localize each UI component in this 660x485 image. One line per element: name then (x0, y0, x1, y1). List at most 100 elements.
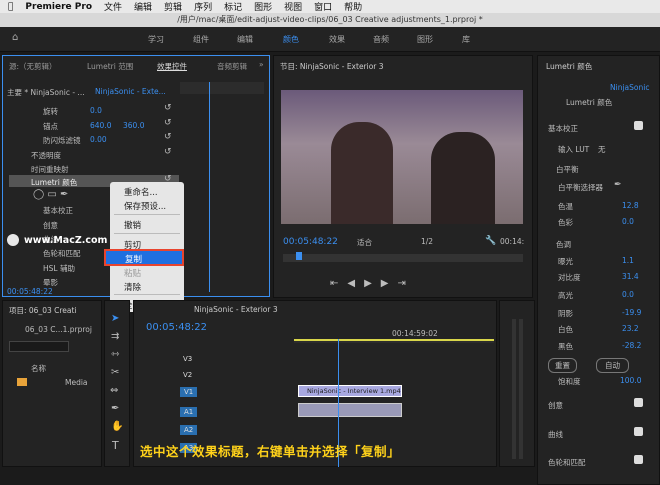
tab-sequence[interactable]: NinjaSonic - Exterior 3 (194, 305, 278, 314)
rotate-value[interactable]: 0.0 (90, 106, 102, 115)
wheels-enable-checkbox[interactable] (634, 455, 643, 464)
menu-item-rename[interactable]: 重命名... (124, 186, 158, 198)
media-folder[interactable]: Media (65, 378, 88, 387)
video-clip-v1[interactable]: NinjaSonic - Interview 1.mp4 (298, 385, 402, 397)
workspace-graphics[interactable]: 图形 (417, 34, 433, 45)
reset-button[interactable]: 重置 (548, 358, 577, 373)
reset-icon[interactable]: ↺ (164, 147, 172, 157)
clip-master-label[interactable]: 主要 * NinjaSonic - ... (7, 87, 85, 98)
flicker-value[interactable]: 0.00 (90, 135, 107, 144)
menu-item-paste[interactable]: 粘贴 (124, 267, 141, 279)
anchor-x-value[interactable]: 640.0 (90, 121, 111, 130)
anchor-y-value[interactable]: 360.0 (123, 121, 144, 130)
input-lut-dropdown[interactable]: 无 (598, 144, 606, 155)
curves-section[interactable]: 曲线 (548, 429, 563, 440)
menu-file[interactable]: 文件 (104, 0, 122, 13)
reset-icon[interactable]: ↺ (164, 118, 172, 128)
menu-markers[interactable]: 标记 (224, 0, 242, 13)
hand-tool-icon[interactable]: ✋ (111, 421, 123, 432)
creative-enable-checkbox[interactable] (634, 398, 643, 407)
workspace-assembly[interactable]: 组件 (193, 34, 209, 45)
program-title[interactable]: 节目: NinjaSonic - Exterior 3 (280, 61, 384, 72)
workspace-audio[interactable]: 音频 (373, 34, 389, 45)
wrench-icon[interactable]: 🔧 (485, 236, 496, 246)
basic-correction[interactable]: 基本校正 (548, 123, 578, 134)
workspace-learn[interactable]: 学习 (148, 34, 164, 45)
workspace-color[interactable]: 颜色 (283, 34, 299, 45)
tab-project[interactable]: 项目: 06_03 Creati (9, 305, 77, 316)
home-icon[interactable]: ⌂ (12, 32, 18, 43)
tone-label[interactable]: 色调 (556, 239, 571, 250)
saturation-value[interactable]: 100.0 (620, 376, 641, 385)
workspace-editing[interactable]: 编辑 (237, 34, 253, 45)
apple-icon[interactable]:  (8, 2, 13, 12)
ripple-edit-icon[interactable]: ⇿ (111, 349, 119, 360)
menu-window[interactable]: 窗口 (314, 0, 332, 13)
white-balance-label[interactable]: 白平衡 (556, 164, 579, 175)
program-timeline-bar[interactable] (283, 254, 523, 262)
color-wheels-section[interactable]: 色轮和匹配 (548, 457, 586, 468)
highlights-value[interactable]: 0.0 (622, 290, 634, 299)
tint-value[interactable]: 0.0 (622, 217, 634, 226)
timeline-ruler[interactable] (294, 339, 494, 343)
track-label-v3[interactable]: V3 (183, 355, 192, 363)
tab-lumetri-scopes[interactable]: Lumetri 范围 (87, 61, 133, 72)
curves-enable-checkbox[interactable] (634, 427, 643, 436)
menu-item-copy[interactable]: 复制 (125, 253, 142, 265)
menu-sequence[interactable]: 序列 (194, 0, 212, 13)
slip-tool-icon[interactable]: ⇔ (110, 385, 118, 396)
menu-item-clear[interactable]: 清除 (124, 281, 141, 293)
lumetri-effect-label[interactable]: Lumetri 颜色 (31, 177, 77, 188)
transport-controls[interactable]: ⇤◀▶▶⇥ (330, 278, 415, 289)
type-tool-icon[interactable]: T (112, 439, 119, 452)
program-timecode[interactable]: 00:05:48:22 (283, 237, 338, 247)
audio-clip-a1[interactable] (298, 403, 402, 417)
workspace-libraries[interactable]: 库 (462, 34, 470, 45)
effect-controls-timecode[interactable]: 00:05:48:22 (7, 287, 53, 296)
selection-tool-icon[interactable]: ➤ (111, 313, 119, 324)
timeline-timecode[interactable]: 00:05:48:22 (146, 322, 207, 333)
panel-expand-icon[interactable]: » (259, 60, 264, 69)
menu-help[interactable]: 帮助 (344, 0, 362, 13)
name-column-header[interactable]: 名称 (31, 363, 46, 374)
menu-item-undo[interactable]: 撤销 (124, 219, 141, 231)
tab-audio-clip[interactable]: 音频剪辑 (217, 61, 247, 72)
app-menu[interactable]: Premiere Pro (25, 2, 92, 12)
playhead-line[interactable] (209, 82, 210, 292)
track-label-v2[interactable]: V2 (183, 371, 192, 379)
fit-dropdown[interactable]: 适合 (357, 237, 372, 248)
lumetri-title[interactable]: Lumetri 颜色 (546, 61, 592, 72)
pen-tool-icon[interactable]: ✒ (111, 403, 119, 414)
whites-value[interactable]: 23.2 (622, 324, 639, 333)
tab-effect-controls[interactable]: 效果控件 (157, 61, 187, 72)
menu-item-copy-highlight[interactable]: 复制 (104, 249, 184, 266)
menu-graphics[interactable]: 图形 (254, 0, 272, 13)
temperature-value[interactable]: 12.8 (622, 201, 639, 210)
hsl-label[interactable]: HSL 辅助 (43, 263, 75, 274)
menu-clip[interactable]: 剪辑 (164, 0, 182, 13)
creative-section[interactable]: 创意 (548, 400, 563, 411)
track-select-icon[interactable]: ⇉ (111, 331, 119, 342)
clip-selector[interactable]: NinjaSonic - Exte... (95, 87, 166, 96)
project-search-input[interactable] (9, 341, 69, 352)
resolution-dropdown[interactable]: 1/2 (421, 237, 433, 246)
reset-icon[interactable]: ↺ (164, 103, 172, 113)
timeremap-label[interactable]: 时间重映射 (31, 164, 69, 175)
track-label-a2[interactable]: A2 (180, 425, 198, 435)
track-label-a1[interactable]: A1 (180, 407, 198, 417)
workspace-effects[interactable]: 效果 (329, 34, 345, 45)
lumetri-clip-label[interactable]: NinjaSonic (610, 83, 649, 92)
lumetri-effect-select[interactable]: Lumetri 颜色 (566, 97, 612, 108)
menu-item-save-preset[interactable]: 保存预设... (124, 200, 166, 212)
shadows-value[interactable]: -19.9 (622, 308, 641, 317)
creative-label[interactable]: 创意 (43, 220, 58, 231)
mask-shape-icons[interactable]: ◯ ▭ ✒ (33, 189, 68, 200)
reset-icon[interactable]: ↺ (164, 132, 172, 142)
tab-source[interactable]: 源:（无剪辑） (9, 61, 57, 72)
basic-correction-label[interactable]: 基本校正 (43, 205, 73, 216)
track-label-v1[interactable]: V1 (180, 387, 198, 397)
blacks-value[interactable]: -28.2 (622, 341, 641, 350)
exposure-value[interactable]: 1.1 (622, 256, 634, 265)
menu-view[interactable]: 视图 (284, 0, 302, 13)
eyedropper-icon[interactable]: ✒ (614, 180, 622, 190)
